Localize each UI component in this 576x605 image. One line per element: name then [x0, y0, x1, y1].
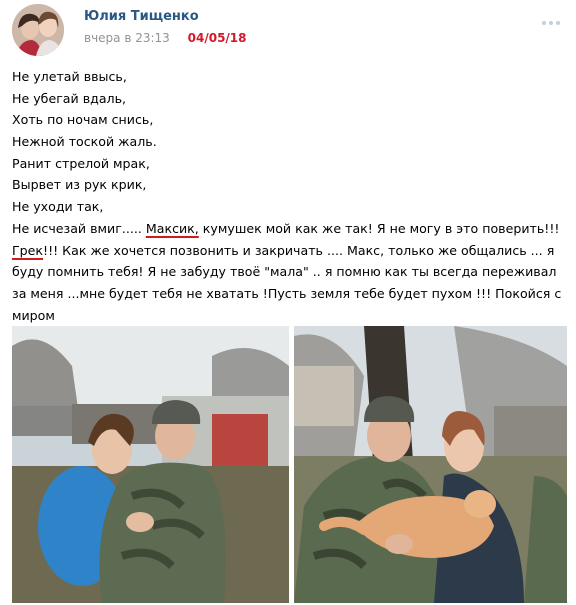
- poem-line: Не улетай ввысь,: [12, 69, 127, 84]
- wall-post: Юлия Тищенко вчера в 23:13 04/05/18 Не у…: [0, 0, 576, 605]
- poem-line: Нежной тоской жаль.: [12, 134, 157, 150]
- poem-line: Вырвет из рук крик,: [12, 177, 147, 193]
- poem-line: Хоть по ночам снись,: [12, 112, 154, 128]
- paragraph-rest: !!! Как же хочется позвонить и закричать…: [12, 242, 562, 323]
- post-meta: вчера в 23:13 04/05/18: [84, 31, 247, 45]
- post-photo-1[interactable]: [12, 326, 289, 603]
- post-time[interactable]: вчера в 23:13: [84, 31, 170, 45]
- line-prefix: Не исчезай вмиг.....: [12, 220, 146, 236]
- author-name[interactable]: Юлия Тищенко: [84, 9, 199, 24]
- post-photo-2[interactable]: [294, 326, 567, 603]
- author-avatar[interactable]: [12, 4, 64, 56]
- more-dots-icon[interactable]: [542, 10, 566, 25]
- underlined-name-grek: Грек: [12, 242, 44, 258]
- poem-line: Не убегай вдаль,: [12, 90, 127, 106]
- date-stamp: 04/05/18: [187, 31, 247, 45]
- underlined-name-maksik: Максик,: [145, 220, 199, 236]
- poem-line-8: Не исчезай вмиг..... Максик, кумушек мой…: [12, 218, 568, 240]
- message-paragraph: Грек!!! Как же хочется позвонить и закри…: [12, 240, 568, 327]
- poem-line: Ранит стрелой мрак,: [12, 155, 150, 171]
- post-text: Не улетай ввысь, Не убегай вдаль, Хоть п…: [12, 66, 568, 326]
- poem-line: Не уходи так,: [12, 199, 104, 215]
- line-suffix: кумушек мой как же так! Я не могу в это …: [198, 220, 560, 236]
